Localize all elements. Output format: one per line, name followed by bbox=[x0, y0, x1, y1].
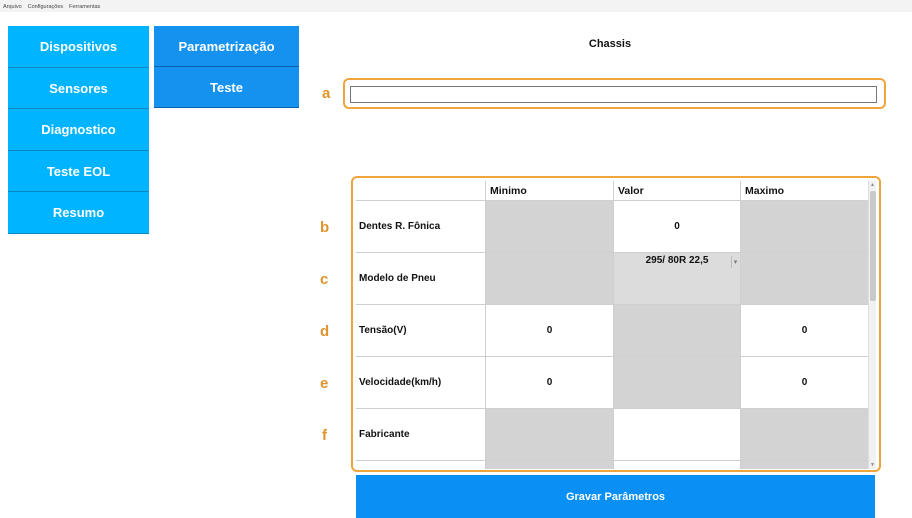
header-valor: Valor bbox=[614, 181, 741, 200]
annotation-f: f bbox=[322, 427, 327, 444]
scroll-down-icon[interactable]: ▼ bbox=[870, 462, 875, 468]
cell-max bbox=[741, 461, 868, 469]
cell-value bbox=[614, 461, 741, 469]
table-row: Velocidade(km/h) 0 0 bbox=[356, 357, 868, 409]
header-maximo: Maximo bbox=[745, 184, 785, 197]
table-row: Modelo de Pneu 295/ 80R 22,5 ▾ bbox=[356, 253, 868, 305]
menu-bar: Arquivo Configurações Ferramentas bbox=[3, 3, 100, 12]
nav-label: Teste EOL bbox=[46, 163, 111, 179]
annotation-b: b bbox=[320, 219, 330, 236]
chevron-down-icon[interactable]: ▾ bbox=[731, 256, 739, 268]
row-label: Dentes R. Fônica bbox=[356, 201, 486, 252]
cell-min bbox=[486, 409, 614, 460]
annotation-c: c bbox=[320, 271, 329, 288]
cell-max[interactable]: 0 bbox=[741, 305, 868, 356]
title-strip bbox=[0, 0, 912, 12]
nav-label: Diagnostico bbox=[41, 122, 116, 137]
menu-ferramentas[interactable]: Ferramentas bbox=[69, 3, 100, 12]
row-label: Velocidade(km/h) bbox=[356, 357, 486, 408]
nav-dispositivos-button[interactable]: Dispositivos bbox=[8, 26, 149, 68]
cell-value[interactable] bbox=[614, 409, 741, 460]
cell-value[interactable]: 0 bbox=[614, 201, 741, 252]
cell-min[interactable]: 0 bbox=[486, 305, 614, 356]
cell-value bbox=[614, 357, 741, 408]
table-row: Dentes R. Fônica 0 bbox=[356, 201, 868, 253]
nav-parametrizacao-button[interactable]: Parametrização bbox=[154, 26, 299, 67]
cell-max bbox=[741, 201, 868, 252]
row-label: Tensão(V) bbox=[356, 305, 486, 356]
cell-min bbox=[486, 461, 614, 469]
cell-max bbox=[741, 253, 868, 304]
nav-diagnostico-button[interactable]: Diagnostico bbox=[8, 109, 149, 151]
nav-label: Parametrização bbox=[178, 38, 275, 54]
nav-teste-eol-button[interactable]: Teste EOL bbox=[8, 151, 149, 192]
table-row: Fabricante bbox=[356, 409, 868, 461]
cell-min bbox=[486, 253, 614, 304]
annotation-d: d bbox=[320, 323, 330, 340]
nav-teste-button[interactable]: Teste bbox=[154, 67, 299, 108]
annotation-a: a bbox=[322, 85, 331, 102]
header-empty bbox=[356, 181, 486, 200]
select-value: 295/ 80R 22,5 bbox=[645, 255, 709, 266]
cell-max bbox=[741, 409, 868, 460]
row-label: Modelo de Pneu bbox=[356, 253, 486, 304]
cell-min bbox=[486, 201, 614, 252]
grid-vertical-scrollbar[interactable]: ▲ ▼ bbox=[868, 181, 876, 469]
save-parameters-button[interactable]: Gravar Parâmetros bbox=[356, 475, 875, 518]
grid-header-row: Minimo Valor Maximo bbox=[356, 181, 868, 201]
nav-label: Sensores bbox=[49, 80, 108, 96]
row-label bbox=[356, 461, 486, 469]
row-label: Fabricante bbox=[356, 409, 486, 460]
chassis-title: Chassis bbox=[588, 38, 632, 50]
menu-configuracoes[interactable]: Configurações bbox=[28, 3, 63, 12]
menu-arquivo[interactable]: Arquivo bbox=[3, 3, 22, 12]
cell-max[interactable]: 0 bbox=[741, 357, 868, 408]
nav-label: Dispositivos bbox=[39, 39, 118, 54]
nav-sensores-button[interactable]: Sensores bbox=[8, 68, 149, 109]
parameters-grid: Minimo Valor Maximo Dentes R. Fônica 0 M… bbox=[356, 181, 868, 469]
table-row-partial bbox=[356, 461, 868, 469]
nav-resumo-button[interactable]: Resumo bbox=[8, 192, 149, 234]
save-button-label: Gravar Parâmetros bbox=[565, 490, 666, 503]
cell-value bbox=[614, 305, 741, 356]
chassis-input[interactable] bbox=[350, 86, 877, 103]
nav-label: Resumo bbox=[52, 205, 105, 220]
cell-min[interactable]: 0 bbox=[486, 357, 614, 408]
scrollbar-thumb[interactable] bbox=[870, 191, 876, 301]
header-minimo: Minimo bbox=[486, 181, 614, 200]
tire-model-select[interactable]: 295/ 80R 22,5 ▾ bbox=[614, 253, 741, 304]
table-row: Tensão(V) 0 0 bbox=[356, 305, 868, 357]
nav-label: Teste bbox=[210, 80, 243, 95]
scroll-up-icon[interactable]: ▲ bbox=[870, 182, 875, 188]
annotation-e: e bbox=[320, 375, 329, 392]
